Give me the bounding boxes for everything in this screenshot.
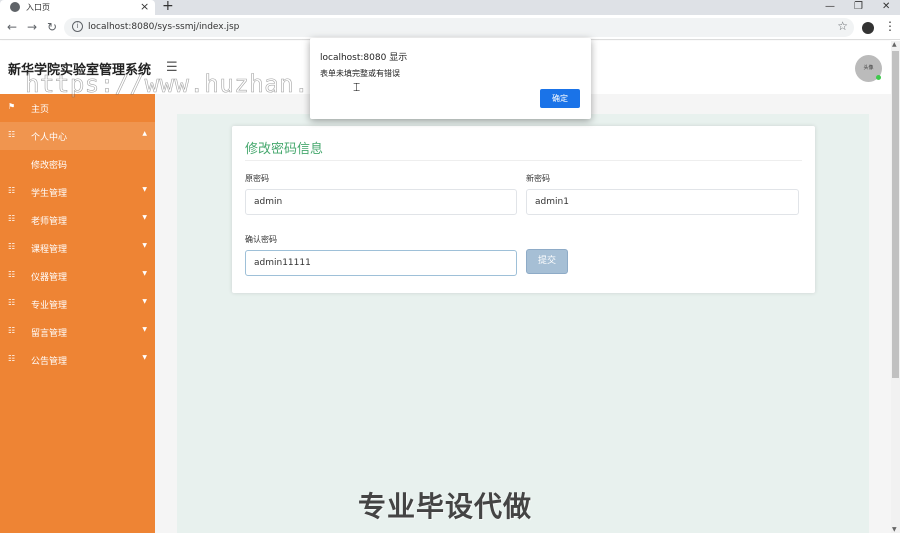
globe-icon <box>10 2 20 12</box>
form-title: 修改密码信息 <box>245 142 324 157</box>
chevron-down-icon: ▼ <box>142 186 147 193</box>
sidebar: ⚑ 主页 ☷ 个人中心 ▲ 修改密码 ☷ 学生管理 ▼ ☷ 老师管理 ▼ ☷ 课… <box>0 94 155 533</box>
flag-icon: ⚑ <box>8 102 16 111</box>
sidebar-item-announcements[interactable]: ☷ 公告管理 ▼ <box>0 346 155 374</box>
list-icon: ☷ <box>8 298 16 307</box>
chevron-down-icon: ▼ <box>142 242 147 249</box>
alert-dialog: localhost:8080 显示 表单未填完整或有错误 确定 <box>310 38 591 119</box>
reload-icon[interactable]: ↻ <box>47 20 57 34</box>
sidebar-item-label: 课程管理 <box>31 245 68 255</box>
confirm-password-field[interactable]: admin11111 <box>245 250 517 276</box>
sidebar-item-label: 公告管理 <box>31 357 68 367</box>
dialog-ok-button[interactable]: 确定 <box>540 89 580 108</box>
scroll-down-icon[interactable]: ▼ <box>892 526 897 533</box>
sidebar-item-students[interactable]: ☷ 学生管理 ▼ <box>0 178 155 206</box>
info-icon[interactable]: i <box>72 21 83 32</box>
change-password-form: 修改密码信息 原密码 admin 新密码 admin1 确认密码 admin11… <box>232 126 815 293</box>
bookmark-star-icon[interactable]: ☆ <box>837 19 848 33</box>
profile-icon[interactable] <box>862 22 874 34</box>
list-icon: ☷ <box>8 270 16 279</box>
forward-icon[interactable]: → <box>27 20 37 34</box>
list-icon: ☷ <box>8 354 16 363</box>
divider <box>245 160 802 161</box>
sidebar-item-instruments[interactable]: ☷ 仪器管理 ▼ <box>0 262 155 290</box>
minimize-button[interactable]: — <box>825 0 835 13</box>
window-close-button[interactable]: ✕ <box>882 0 890 13</box>
list-icon: ☷ <box>8 242 16 251</box>
sidebar-item-teachers[interactable]: ☷ 老师管理 ▼ <box>0 206 155 234</box>
confirm-password-label: 确认密码 <box>245 235 277 244</box>
chevron-down-icon: ▼ <box>142 270 147 277</box>
old-password-field[interactable]: admin <box>245 189 517 215</box>
list-icon: ☷ <box>8 326 16 335</box>
sidebar-item-label: 个人中心 <box>31 133 68 143</box>
new-password-label: 新密码 <box>526 174 550 183</box>
sidebar-item-label: 修改密码 <box>31 161 68 171</box>
sidebar-item-label: 学生管理 <box>31 189 68 199</box>
list-icon: ☷ <box>8 186 16 195</box>
dialog-message: 表单未填完整或有错误 <box>320 69 400 78</box>
browser-tab-strip: 入口页 × + — ❐ ✕ <box>0 0 900 15</box>
url-text[interactable]: localhost:8080/sys-ssmj/index.jsp <box>88 22 239 32</box>
sidebar-item-messages[interactable]: ☷ 留言管理 ▼ <box>0 318 155 346</box>
sidebar-item-label: 老师管理 <box>31 217 68 227</box>
tab-close-icon[interactable]: × <box>140 0 149 14</box>
mouse-cursor-icon: ⌶ <box>353 80 361 94</box>
dialog-title: localhost:8080 显示 <box>320 53 408 63</box>
sidebar-item-label: 专业管理 <box>31 301 68 311</box>
list-icon: ☷ <box>8 130 16 139</box>
new-tab-button[interactable]: + <box>162 0 174 14</box>
back-icon[interactable]: ← <box>7 20 17 34</box>
sidebar-item-label: 主页 <box>31 105 50 115</box>
kebab-menu-icon[interactable]: ⋮ <box>884 19 896 33</box>
url-field[interactable]: i localhost:8080/sys-ssmj/index.jsp ☆ <box>64 18 854 37</box>
chevron-down-icon: ▼ <box>142 214 147 221</box>
tab-title: 入口页 <box>26 3 50 12</box>
new-password-field[interactable]: admin1 <box>526 189 799 215</box>
chevron-down-icon: ▼ <box>142 326 147 333</box>
overlay-banner-text: 专业毕设代做 <box>358 490 533 523</box>
browser-tab[interactable]: 入口页 × <box>0 0 155 15</box>
chevron-down-icon: ▼ <box>142 354 147 361</box>
old-password-label: 原密码 <box>245 174 269 183</box>
list-icon: ☷ <box>8 214 16 223</box>
scrollbar-thumb[interactable] <box>892 51 899 378</box>
online-status-dot <box>876 75 881 80</box>
submit-button[interactable]: 提交 <box>526 249 568 274</box>
sidebar-item-home[interactable]: ⚑ 主页 <box>0 94 155 122</box>
sidebar-item-change-password[interactable]: 修改密码 <box>0 150 155 178</box>
scroll-up-icon[interactable]: ▲ <box>892 41 897 48</box>
page-scrollbar[interactable]: ▲ ▼ <box>891 41 900 533</box>
sidebar-item-label: 留言管理 <box>31 329 68 339</box>
sidebar-item-majors[interactable]: ☷ 专业管理 ▼ <box>0 290 155 318</box>
sidebar-item-courses[interactable]: ☷ 课程管理 ▼ <box>0 234 155 262</box>
sidebar-item-personal-center[interactable]: ☷ 个人中心 ▲ <box>0 122 155 150</box>
chevron-up-icon: ▲ <box>142 130 147 137</box>
address-bar: ← → ↻ i localhost:8080/sys-ssmj/index.js… <box>0 15 900 40</box>
restore-button[interactable]: ❐ <box>854 0 863 13</box>
chevron-down-icon: ▼ <box>142 298 147 305</box>
sidebar-item-label: 仪器管理 <box>31 273 68 283</box>
